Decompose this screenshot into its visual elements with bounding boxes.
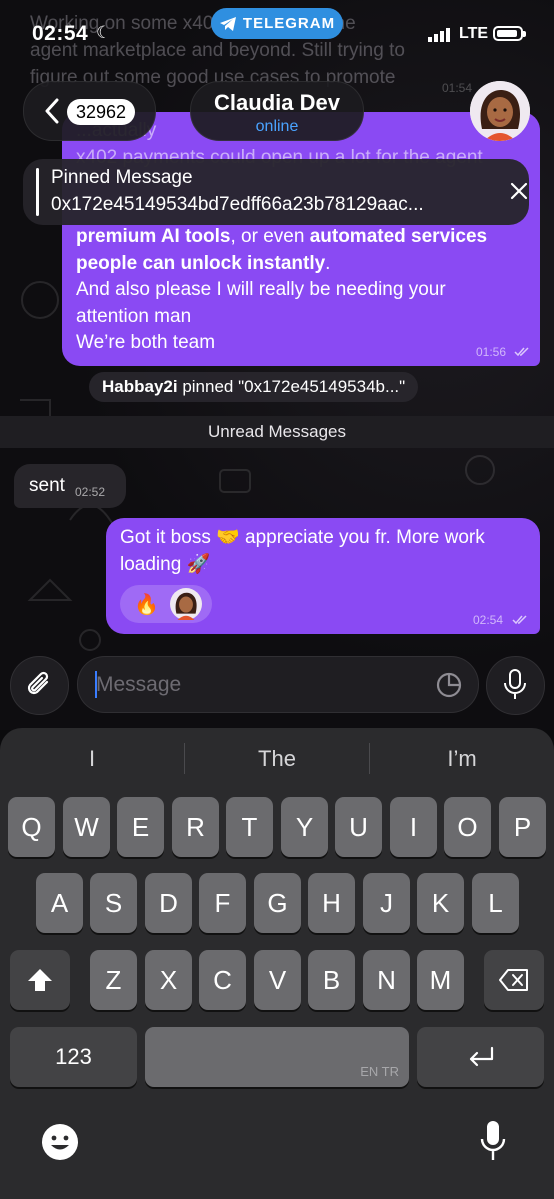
signal-icon: [428, 28, 450, 42]
fire-reaction-icon: 🔥: [134, 594, 159, 616]
space-key[interactable]: EN TR: [145, 1027, 409, 1087]
key-h[interactable]: H: [308, 873, 355, 933]
telegram-icon: [219, 16, 236, 31]
close-icon[interactable]: [509, 181, 529, 201]
key-g[interactable]: G: [254, 873, 301, 933]
pinned-message-bar[interactable]: Pinned Message 0x172e45149534bd7edff66a2…: [23, 159, 529, 225]
key-k[interactable]: K: [417, 873, 464, 933]
moon-icon: ☾: [96, 23, 112, 42]
message-input[interactable]: [94, 670, 418, 700]
key-r[interactable]: R: [172, 797, 219, 857]
suggestion-3[interactable]: I’m: [370, 742, 554, 776]
reaction-chip[interactable]: 🔥: [120, 585, 212, 623]
pin-service-message: Habbay2i pinned "0x172e45149534b...": [89, 372, 419, 402]
return-icon: [469, 1046, 493, 1067]
key-x[interactable]: X: [145, 950, 192, 1010]
key-e[interactable]: E: [117, 797, 164, 857]
app-pill-label: TELEGRAM: [242, 15, 336, 32]
voice-record-button[interactable]: [486, 656, 545, 715]
message-time: 02:52: [75, 485, 106, 499]
key-n[interactable]: N: [363, 950, 410, 1010]
pinned-text: 0x172e45149534bd7edff66a23b78129aac...: [51, 194, 424, 215]
contact-avatar[interactable]: [470, 81, 530, 141]
message-time: 02:54: [473, 613, 504, 627]
key-s[interactable]: S: [90, 873, 137, 933]
pinned-indicator: [36, 168, 39, 216]
key-z[interactable]: Z: [90, 950, 137, 1010]
double-check-icon: [514, 347, 529, 357]
attach-button[interactable]: [10, 656, 69, 715]
backspace-icon: [499, 969, 528, 991]
key-a[interactable]: A: [36, 873, 83, 933]
network-type: LTE: [459, 25, 489, 42]
reactor-avatar: [170, 588, 202, 620]
clock: 02:54: [32, 22, 89, 45]
key-t[interactable]: T: [226, 797, 273, 857]
dictation-microphone-icon[interactable]: [480, 1120, 506, 1162]
key-p[interactable]: P: [499, 797, 546, 857]
message-line: premium AI tools, or even automated serv…: [76, 226, 488, 247]
key-i[interactable]: I: [390, 797, 437, 857]
unread-count-badge: 32962: [67, 99, 136, 125]
incoming-message-bubble[interactable]: sent 02:52: [14, 464, 126, 508]
key-f[interactable]: F: [199, 873, 246, 933]
key-d[interactable]: D: [145, 873, 192, 933]
message-time: 01:56: [476, 345, 507, 359]
key-w[interactable]: W: [63, 797, 110, 857]
keyboard: I The I’m Q W E R T Y U I O P A S D F G …: [0, 728, 554, 1199]
message-line: We’re both team: [76, 332, 216, 353]
key-m[interactable]: M: [417, 950, 464, 1010]
key-o[interactable]: O: [444, 797, 491, 857]
message-input-field[interactable]: [77, 656, 479, 713]
status-bar: 02:54 ☾ TELEGRAM LTE: [0, 0, 554, 70]
back-button[interactable]: 32962: [23, 81, 156, 141]
emoji-icon[interactable]: [40, 1122, 80, 1162]
key-u[interactable]: U: [335, 797, 382, 857]
pinned-title: Pinned Message: [51, 167, 193, 188]
chat-title[interactable]: Claudia Dev online: [190, 81, 364, 141]
suggestion-2[interactable]: The: [185, 742, 369, 776]
key-v[interactable]: V: [254, 950, 301, 1010]
key-b[interactable]: B: [308, 950, 355, 1010]
message-text: sent: [29, 475, 65, 496]
key-y[interactable]: Y: [281, 797, 328, 857]
contact-name: Claudia Dev: [214, 90, 340, 115]
paperclip-icon: [27, 671, 49, 695]
message-line: people can unlock instantly.: [76, 252, 331, 274]
message-line: And also please I will really be needing…: [76, 279, 446, 300]
sticker-icon[interactable]: [435, 671, 463, 699]
backspace-key[interactable]: [484, 950, 544, 1010]
outgoing-message-bubble[interactable]: Got it boss 🤝 appreciate you fr. More wo…: [106, 518, 540, 634]
message-composer: [0, 650, 554, 730]
outgoing-message-bubble[interactable]: ...actually x402 payments could open up …: [62, 112, 540, 366]
avatar-illustration: [470, 81, 530, 141]
key-l[interactable]: L: [472, 873, 519, 933]
service-text: pinned "0x172e45149534b...": [177, 377, 406, 396]
microphone-icon: [504, 669, 526, 699]
unread-messages-divider: Unread Messages: [0, 416, 554, 448]
shift-key[interactable]: [10, 950, 70, 1010]
double-check-icon: [512, 615, 527, 625]
key-q[interactable]: Q: [8, 797, 55, 857]
battery-icon: [493, 26, 526, 41]
numbers-key[interactable]: 123: [10, 1027, 137, 1087]
background-message-time: 01:54: [442, 81, 473, 95]
message-line: Got it boss 🤝 appreciate you fr. More wo…: [120, 527, 485, 548]
service-actor: Habbay2i: [102, 377, 178, 396]
text-caret: [95, 671, 97, 698]
contact-status: online: [255, 118, 299, 135]
keyboard-language: EN TR: [360, 1064, 399, 1079]
key-c[interactable]: C: [199, 950, 246, 1010]
message-line: loading 🚀: [120, 553, 211, 575]
suggestion-1[interactable]: I: [0, 742, 184, 776]
telegram-app-pill[interactable]: TELEGRAM: [211, 8, 343, 39]
key-j[interactable]: J: [363, 873, 410, 933]
chevron-left-icon: [45, 98, 59, 124]
shift-icon: [28, 969, 52, 991]
return-key[interactable]: [417, 1027, 544, 1087]
message-line: attention man: [76, 305, 192, 327]
